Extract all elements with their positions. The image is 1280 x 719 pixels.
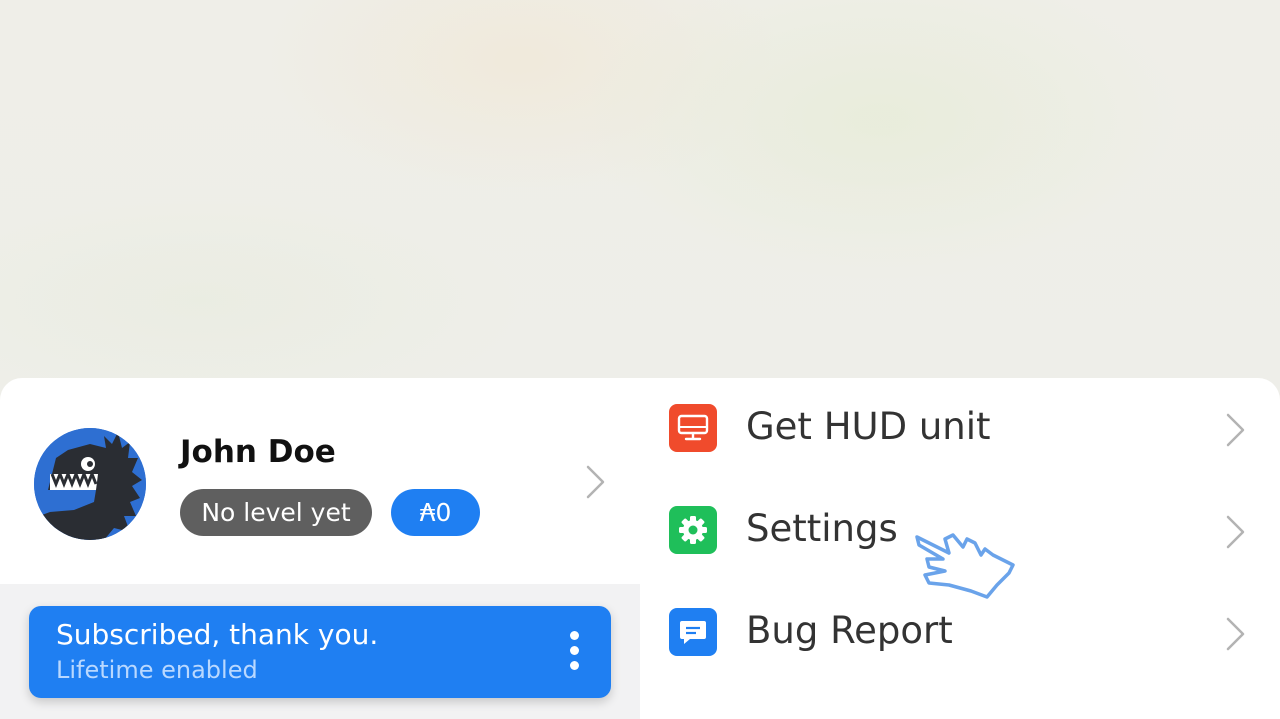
more-options-icon[interactable] bbox=[562, 631, 586, 671]
monitor-icon bbox=[669, 404, 717, 452]
subscription-subtitle: Lifetime enabled bbox=[56, 656, 258, 684]
pointing-hand-icon bbox=[915, 533, 1015, 599]
chat-bubble-icon bbox=[669, 608, 717, 656]
background-map-blur bbox=[0, 0, 1280, 400]
bottom-sheet: John Doe No level yet ₳0 Subscribed, tha… bbox=[0, 378, 1280, 719]
gear-icon bbox=[669, 506, 717, 554]
subscription-title: Subscribed, thank you. bbox=[56, 618, 379, 651]
menu-label-bug-report: Bug Report bbox=[746, 609, 953, 652]
chevron-right-icon[interactable] bbox=[584, 464, 608, 500]
godzilla-avatar-icon bbox=[34, 428, 146, 540]
profile-name: John Doe bbox=[180, 434, 336, 470]
coins-badge: ₳0 bbox=[391, 489, 480, 536]
avatar[interactable] bbox=[34, 428, 146, 540]
menu-label-get-hud-unit: Get HUD unit bbox=[746, 405, 991, 448]
subscription-card[interactable]: Subscribed, thank you. Lifetime enabled bbox=[29, 606, 611, 698]
level-badge: No level yet bbox=[180, 489, 372, 536]
chevron-right-icon bbox=[1226, 413, 1245, 447]
menu-item-get-hud-unit[interactable]: Get HUD unit bbox=[640, 378, 1280, 480]
menu-label-settings: Settings bbox=[746, 507, 898, 550]
chevron-right-icon bbox=[1226, 515, 1245, 549]
chevron-right-icon bbox=[1226, 617, 1245, 651]
